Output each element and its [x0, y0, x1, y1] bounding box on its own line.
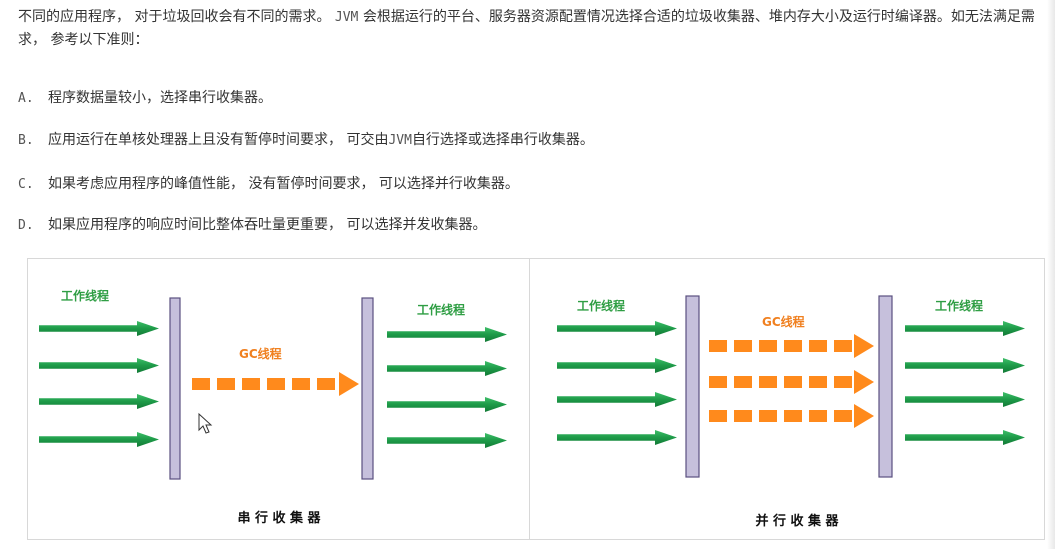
green-arrow-icon — [557, 392, 677, 407]
list-jvm: JVM — [388, 133, 412, 148]
pause-bar — [878, 295, 893, 478]
orange-dashed-arrow-icon — [709, 334, 874, 358]
list-text: 如果应用程序的响应时间比整体吞吐量更重要， 可以选择并发收集器。 — [48, 217, 487, 233]
intro-paragraph: 不同的应用程序， 对于垃圾回收会有不同的需求。 JVM 会根据运行的平台、服务器… — [18, 6, 1048, 52]
serial-gc-thread-label: GC线程 — [239, 346, 282, 361]
serial-work-thread-right-label: 工作线程 — [417, 302, 465, 317]
parallel-caption: 并 行 收 集 器 — [755, 513, 839, 529]
green-arrow-icon — [39, 321, 159, 336]
list-marker: A. — [18, 91, 34, 106]
serial-work-thread-left-label: 工作线程 — [61, 288, 109, 303]
list-item-a: A. 程序数据量较小，选择串行收集器。 — [18, 88, 272, 109]
parallel-work-thread-left-label: 工作线程 — [577, 298, 625, 313]
green-arrow-icon — [557, 321, 677, 336]
mouse-cursor-icon — [198, 412, 213, 434]
green-arrow-icon — [387, 361, 507, 376]
green-arrow-icon — [39, 394, 159, 409]
parallel-work-thread-right-label: 工作线程 — [935, 298, 983, 313]
green-arrow-icon — [905, 392, 1025, 407]
green-arrow-icon — [557, 430, 677, 445]
intro-text-1: 不同的应用程序， 对于垃圾回收会有不同的需求。 — [18, 9, 335, 25]
list-text-after: 自行选择或选择串行收集器。 — [411, 132, 594, 148]
list-item-c: C. 如果考虑应用程序的峰值性能， 没有暂停时间要求， 可以选择并行收集器。 — [18, 174, 519, 195]
pause-bar — [169, 297, 181, 480]
list-marker: D. — [18, 218, 34, 233]
list-item-d: D. 如果应用程序的响应时间比整体吞吐量更重要， 可以选择并发收集器。 — [18, 215, 486, 236]
green-arrow-icon — [387, 327, 507, 342]
intro-jvm: JVM — [334, 10, 359, 25]
right-edge-shadow — [1047, 0, 1055, 549]
list-marker: C. — [18, 177, 34, 192]
list-text: 如果考虑应用程序的峰值性能， 没有暂停时间要求， 可以选择并行收集器。 — [48, 176, 519, 192]
green-arrow-icon — [39, 358, 159, 373]
list-text: 程序数据量较小，选择串行收集器。 — [48, 90, 272, 106]
pause-bar — [361, 297, 374, 480]
list-text-before: 应用运行在单核处理器上且没有暂停时间要求， 可交由 — [48, 132, 389, 148]
list-item-b: B. 应用运行在单核处理器上且没有暂停时间要求， 可交由JVM自行选择或选择串行收… — [18, 130, 594, 151]
green-arrow-icon — [387, 433, 507, 448]
gc-collector-diagram: 工作线程 GC线程 工作线程 串 行 收 集 器 工作线程 GC线程 工作线程 … — [27, 258, 1045, 540]
green-arrow-icon — [905, 430, 1025, 445]
green-arrow-icon — [39, 432, 159, 447]
orange-dashed-arrow-icon — [709, 404, 874, 428]
orange-dashed-arrow-icon — [192, 372, 359, 396]
green-arrow-icon — [387, 397, 507, 412]
orange-dashed-arrow-icon — [709, 370, 874, 394]
green-arrow-icon — [905, 321, 1025, 336]
green-arrow-icon — [557, 358, 677, 373]
pause-bar — [685, 295, 700, 478]
serial-caption: 串 行 收 集 器 — [237, 510, 321, 526]
list-marker: B. — [18, 133, 34, 148]
green-arrow-icon — [905, 358, 1025, 373]
parallel-gc-thread-label: GC线程 — [762, 314, 805, 329]
